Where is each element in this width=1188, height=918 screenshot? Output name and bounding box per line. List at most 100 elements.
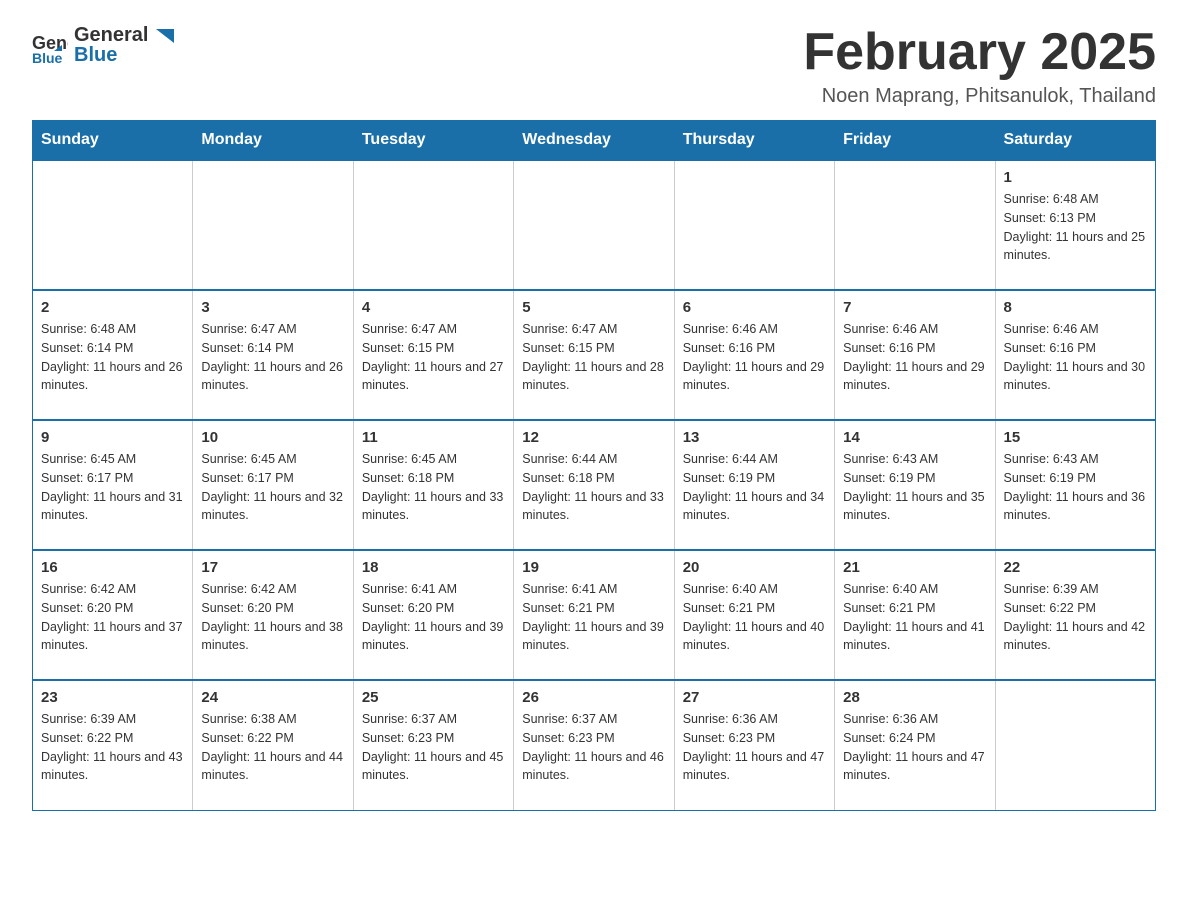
- day-number: 2: [41, 299, 184, 316]
- calendar-cell: 7 Sunrise: 6:46 AMSunset: 6:16 PMDaylight…: [835, 290, 995, 420]
- day-info: Sunrise: 6:42 AMSunset: 6:20 PMDaylight:…: [41, 580, 184, 655]
- calendar-cell: [674, 160, 834, 290]
- day-info: Sunrise: 6:40 AMSunset: 6:21 PMDaylight:…: [843, 580, 986, 655]
- calendar-cell: 23 Sunrise: 6:39 AMSunset: 6:22 PMDayligh…: [33, 680, 193, 810]
- calendar-cell: 15 Sunrise: 6:43 AMSunset: 6:19 PMDayligh…: [995, 420, 1155, 550]
- day-info: Sunrise: 6:38 AMSunset: 6:22 PMDaylight:…: [201, 710, 344, 785]
- day-info: Sunrise: 6:47 AMSunset: 6:14 PMDaylight:…: [201, 320, 344, 395]
- day-number: 6: [683, 299, 826, 316]
- day-number: 9: [41, 429, 184, 446]
- calendar-cell: 14 Sunrise: 6:43 AMSunset: 6:19 PMDayligh…: [835, 420, 995, 550]
- day-number: 19: [522, 559, 665, 576]
- day-number: 26: [522, 689, 665, 706]
- logo-icon: General Blue: [32, 27, 68, 63]
- calendar-cell: 28 Sunrise: 6:36 AMSunset: 6:24 PMDayligh…: [835, 680, 995, 810]
- day-info: Sunrise: 6:47 AMSunset: 6:15 PMDaylight:…: [522, 320, 665, 395]
- day-info: Sunrise: 6:37 AMSunset: 6:23 PMDaylight:…: [522, 710, 665, 785]
- calendar-week-row: 1 Sunrise: 6:48 AMSunset: 6:13 PMDaylight…: [33, 160, 1156, 290]
- calendar-cell: 27 Sunrise: 6:36 AMSunset: 6:23 PMDayligh…: [674, 680, 834, 810]
- calendar-cell: 19 Sunrise: 6:41 AMSunset: 6:21 PMDayligh…: [514, 550, 674, 680]
- day-number: 16: [41, 559, 184, 576]
- page-header: General Blue General Blue February 2025 …: [0, 0, 1188, 120]
- calendar-cell: 9 Sunrise: 6:45 AMSunset: 6:17 PMDaylight…: [33, 420, 193, 550]
- day-info: Sunrise: 6:43 AMSunset: 6:19 PMDaylight:…: [1004, 450, 1147, 525]
- title-block: February 2025 Noen Maprang, Phitsanulok,…: [803, 24, 1156, 108]
- day-info: Sunrise: 6:39 AMSunset: 6:22 PMDaylight:…: [41, 710, 184, 785]
- day-number: 8: [1004, 299, 1147, 316]
- calendar-cell: [353, 160, 513, 290]
- day-number: 4: [362, 299, 505, 316]
- calendar-cell: 4 Sunrise: 6:47 AMSunset: 6:15 PMDaylight…: [353, 290, 513, 420]
- calendar-cell: 2Sunrise: 6:48 AMSunset: 6:14 PMDaylight…: [33, 290, 193, 420]
- day-number: 14: [843, 429, 986, 446]
- day-number: 24: [201, 689, 344, 706]
- col-thursday: Thursday: [674, 121, 834, 161]
- day-info: Sunrise: 6:40 AMSunset: 6:21 PMDaylight:…: [683, 580, 826, 655]
- day-number: 10: [201, 429, 344, 446]
- day-number: 11: [362, 429, 505, 446]
- logo-general: General: [74, 24, 174, 46]
- day-number: 3: [201, 299, 344, 316]
- logo-blue: Blue: [74, 44, 174, 66]
- calendar-cell: [995, 680, 1155, 810]
- day-number: 25: [362, 689, 505, 706]
- svg-text:Blue: Blue: [32, 50, 63, 63]
- col-saturday: Saturday: [995, 121, 1155, 161]
- calendar-week-row: 16 Sunrise: 6:42 AMSunset: 6:20 PMDayligh…: [33, 550, 1156, 680]
- col-sunday: Sunday: [33, 121, 193, 161]
- day-info: Sunrise: 6:46 AMSunset: 6:16 PMDaylight:…: [1004, 320, 1147, 395]
- day-number: 7: [843, 299, 986, 316]
- day-number: 20: [683, 559, 826, 576]
- day-number: 28: [843, 689, 986, 706]
- day-info: Sunrise: 6:45 AMSunset: 6:17 PMDaylight:…: [41, 450, 184, 525]
- calendar-cell: [514, 160, 674, 290]
- col-wednesday: Wednesday: [514, 121, 674, 161]
- calendar-cell: 20 Sunrise: 6:40 AMSunset: 6:21 PMDayligh…: [674, 550, 834, 680]
- col-monday: Monday: [193, 121, 353, 161]
- day-number: 12: [522, 429, 665, 446]
- day-info: Sunrise: 6:43 AMSunset: 6:19 PMDaylight:…: [843, 450, 986, 525]
- location: Noen Maprang, Phitsanulok, Thailand: [803, 85, 1156, 108]
- day-info: Sunrise: 6:46 AMSunset: 6:16 PMDaylight:…: [683, 320, 826, 395]
- day-info: Sunrise: 6:41 AMSunset: 6:21 PMDaylight:…: [522, 580, 665, 655]
- calendar-cell: 3 Sunrise: 6:47 AMSunset: 6:14 PMDaylight…: [193, 290, 353, 420]
- calendar-cell: [193, 160, 353, 290]
- day-number: 18: [362, 559, 505, 576]
- day-number: 15: [1004, 429, 1147, 446]
- day-number: 13: [683, 429, 826, 446]
- day-info: Sunrise: 6:44 AMSunset: 6:19 PMDaylight:…: [683, 450, 826, 525]
- day-info: Sunrise: 6:47 AMSunset: 6:15 PMDaylight:…: [362, 320, 505, 395]
- calendar-cell: 12Sunrise: 6:44 AMSunset: 6:18 PMDayligh…: [514, 420, 674, 550]
- calendar-cell: 6 Sunrise: 6:46 AMSunset: 6:16 PMDaylight…: [674, 290, 834, 420]
- calendar-cell: 13 Sunrise: 6:44 AMSunset: 6:19 PMDayligh…: [674, 420, 834, 550]
- day-info: Sunrise: 6:36 AMSunset: 6:24 PMDaylight:…: [843, 710, 986, 785]
- calendar-cell: 25Sunrise: 6:37 AMSunset: 6:23 PMDayligh…: [353, 680, 513, 810]
- calendar-cell: 1 Sunrise: 6:48 AMSunset: 6:13 PMDaylight…: [995, 160, 1155, 290]
- month-title: February 2025: [803, 24, 1156, 81]
- day-number: 1: [1004, 169, 1147, 186]
- calendar-cell: 11Sunrise: 6:45 AMSunset: 6:18 PMDayligh…: [353, 420, 513, 550]
- calendar-cell: 24 Sunrise: 6:38 AMSunset: 6:22 PMDayligh…: [193, 680, 353, 810]
- calendar-week-row: 23 Sunrise: 6:39 AMSunset: 6:22 PMDayligh…: [33, 680, 1156, 810]
- day-number: 27: [683, 689, 826, 706]
- day-info: Sunrise: 6:46 AMSunset: 6:16 PMDaylight:…: [843, 320, 986, 395]
- calendar-cell: [835, 160, 995, 290]
- day-number: 5: [522, 299, 665, 316]
- day-info: Sunrise: 6:48 AMSunset: 6:13 PMDaylight:…: [1004, 190, 1147, 265]
- day-info: Sunrise: 6:45 AMSunset: 6:17 PMDaylight:…: [201, 450, 344, 525]
- calendar-cell: 17 Sunrise: 6:42 AMSunset: 6:20 PMDayligh…: [193, 550, 353, 680]
- day-number: 21: [843, 559, 986, 576]
- calendar-cell: 10 Sunrise: 6:45 AMSunset: 6:17 PMDayligh…: [193, 420, 353, 550]
- calendar-cell: 16 Sunrise: 6:42 AMSunset: 6:20 PMDayligh…: [33, 550, 193, 680]
- calendar-cell: 8 Sunrise: 6:46 AMSunset: 6:16 PMDaylight…: [995, 290, 1155, 420]
- day-info: Sunrise: 6:39 AMSunset: 6:22 PMDaylight:…: [1004, 580, 1147, 655]
- calendar-table: Sunday Monday Tuesday Wednesday Thursday…: [32, 120, 1156, 811]
- calendar-cell: 26 Sunrise: 6:37 AMSunset: 6:23 PMDayligh…: [514, 680, 674, 810]
- calendar-cell: 22Sunrise: 6:39 AMSunset: 6:22 PMDayligh…: [995, 550, 1155, 680]
- day-number: 23: [41, 689, 184, 706]
- day-info: Sunrise: 6:42 AMSunset: 6:20 PMDaylight:…: [201, 580, 344, 655]
- day-number: 17: [201, 559, 344, 576]
- day-info: Sunrise: 6:41 AMSunset: 6:20 PMDaylight:…: [362, 580, 505, 655]
- day-info: Sunrise: 6:36 AMSunset: 6:23 PMDaylight:…: [683, 710, 826, 785]
- col-friday: Friday: [835, 121, 995, 161]
